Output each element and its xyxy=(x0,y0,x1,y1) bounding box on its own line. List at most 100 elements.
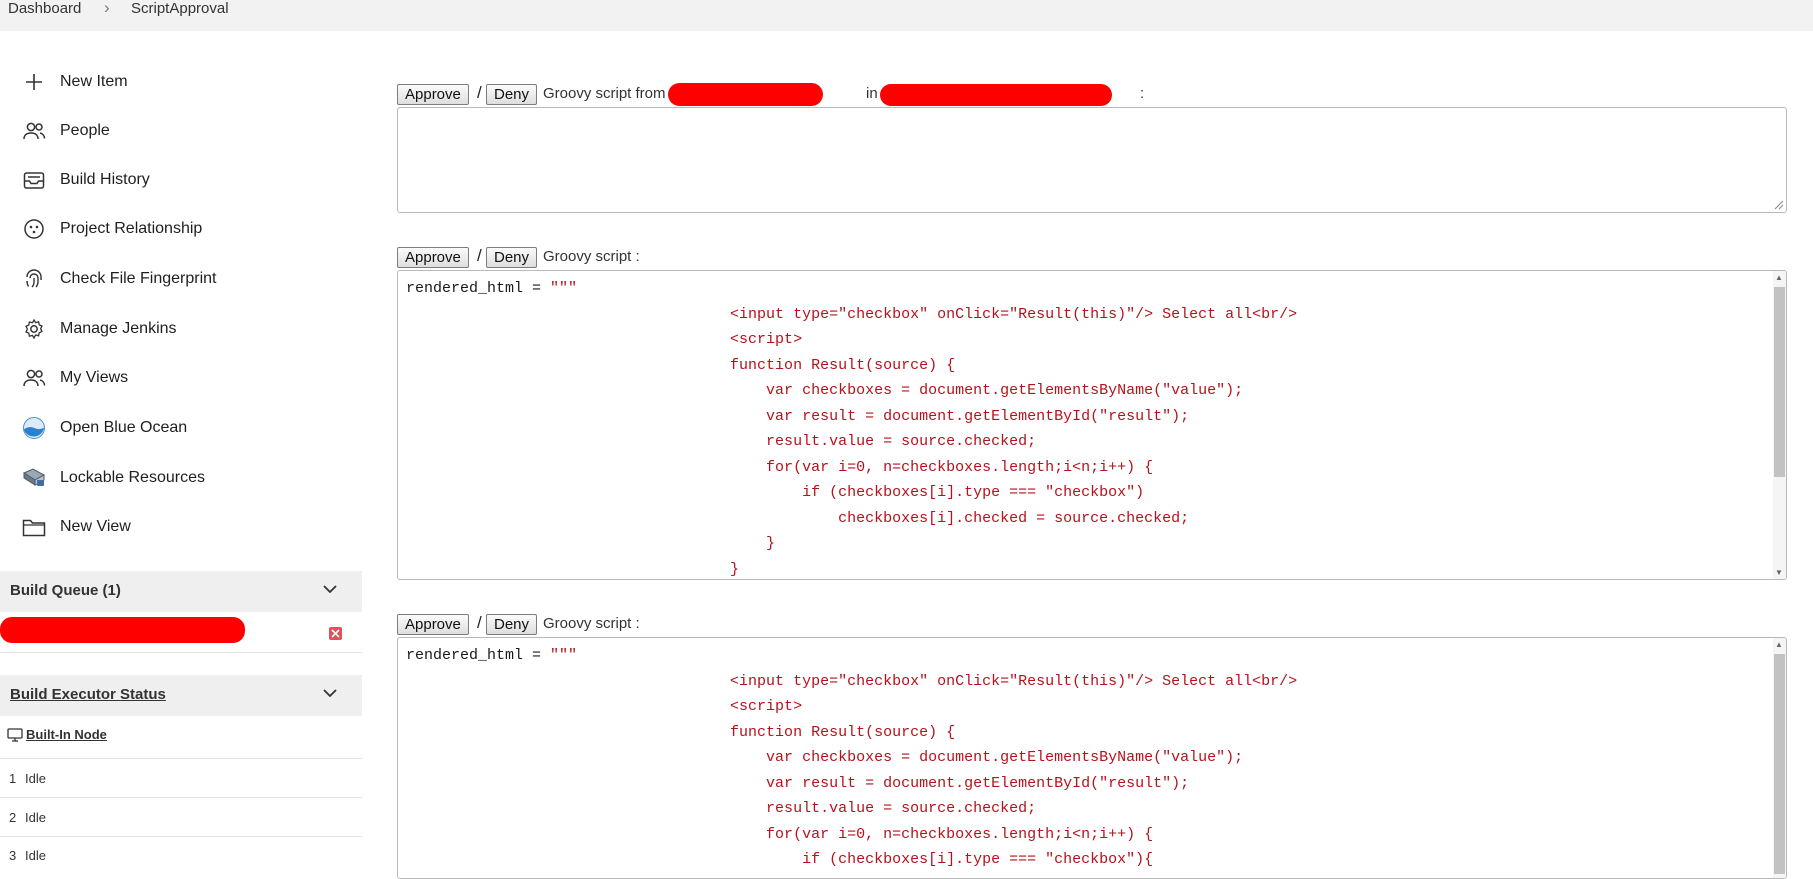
code-line: } xyxy=(406,535,776,552)
sidebar-item-manage-jenkins[interactable]: Manage Jenkins xyxy=(22,311,177,347)
divider xyxy=(0,758,362,759)
chevron-down-icon[interactable] xyxy=(322,685,338,706)
divider xyxy=(0,797,362,798)
scrollbar[interactable]: ▲ ▼ xyxy=(1773,271,1786,579)
script-code: rendered_html = """ <input type="checkbo… xyxy=(398,638,1786,873)
code-line: checkboxes[i].checked = source.checked; xyxy=(406,509,1190,527)
approve-button[interactable]: Approve xyxy=(397,614,469,635)
code-line: <input type="checkbox" onClick="Result(t… xyxy=(406,305,1298,323)
code-line: } xyxy=(406,560,740,578)
sidebar-item-label: People xyxy=(60,122,110,139)
inbox-icon xyxy=(22,168,46,192)
script-label: Groovy script : xyxy=(543,248,640,265)
separator: / xyxy=(477,613,482,632)
executor-status-header[interactable]: Build Executor Status xyxy=(0,675,362,716)
sidebar-item-label: Manage Jenkins xyxy=(60,320,177,337)
sidebar-item-label: Project Relationship xyxy=(60,220,203,237)
scrollbar-thumb[interactable] xyxy=(1774,654,1785,874)
sidebar-item-label: Build History xyxy=(60,171,150,188)
chevron-down-icon[interactable] xyxy=(322,581,338,602)
divider xyxy=(0,652,362,653)
build-queue-header[interactable]: Build Queue (1) xyxy=(0,571,362,612)
script-code: rendered_html = """ <input type="checkbo… xyxy=(398,271,1786,579)
relationship-icon xyxy=(22,217,46,241)
redacted-queue-item xyxy=(0,617,245,643)
script-textarea[interactable] xyxy=(397,107,1787,213)
redacted-script-location xyxy=(880,84,1112,106)
gear-icon xyxy=(22,317,46,341)
deny-button[interactable]: Deny xyxy=(486,247,538,268)
cancel-queue-item-icon[interactable] xyxy=(329,627,342,640)
sidebar-item-new-view[interactable]: New View xyxy=(22,509,131,545)
build-queue-title: Build Queue (1) xyxy=(10,582,121,599)
chevron-right-icon: › xyxy=(104,0,110,17)
sidebar-item-check-file-fingerprint[interactable]: Check File Fingerprint xyxy=(22,261,217,297)
script-code-box[interactable]: rendered_html = """ <input type="checkbo… xyxy=(397,637,1787,879)
sidebar-item-label: New Item xyxy=(60,73,128,90)
code-line: result.value = source.checked; xyxy=(406,433,1037,450)
sidebar-item-label: New View xyxy=(60,518,131,535)
scroll-up-icon[interactable]: ▲ xyxy=(1775,640,1783,649)
sidebar-item-label: My Views xyxy=(60,369,129,386)
code-line: var checkboxes = document.getElementsByN… xyxy=(406,382,1244,399)
code-line: <input type="checkbox" onClick="Result(t… xyxy=(406,672,1298,690)
script-source-label: Groovy script from xyxy=(543,85,666,102)
executor-number: 2 xyxy=(9,810,17,825)
divider xyxy=(0,836,362,837)
scrollbar-thumb[interactable] xyxy=(1774,287,1785,477)
script-label: Groovy script : xyxy=(543,615,640,632)
sidebar-item-project-relationship[interactable]: Project Relationship xyxy=(22,211,202,247)
executor-status: Idle xyxy=(25,771,46,786)
people-icon xyxy=(22,366,46,390)
code-line: for(var i=0, n=checkboxes.length;i<n;i++… xyxy=(406,825,1154,843)
redacted-script-source xyxy=(668,83,823,106)
breadcrumb-dashboard[interactable]: Dashboard xyxy=(8,0,81,17)
sidebar-item-build-history[interactable]: Build History xyxy=(22,162,150,198)
separator: / xyxy=(477,83,482,102)
sidebar-item-label: Open Blue Ocean xyxy=(60,419,188,436)
built-in-node-link[interactable]: Built-In Node xyxy=(26,727,107,742)
blue-ocean-icon xyxy=(22,416,46,440)
code-line: <script> xyxy=(406,331,803,348)
executor-status: Idle xyxy=(25,848,46,863)
approve-button[interactable]: Approve xyxy=(397,247,469,268)
approve-button[interactable]: Approve xyxy=(397,84,469,105)
computer-icon xyxy=(7,728,23,747)
separator: / xyxy=(477,246,482,265)
deny-button[interactable]: Deny xyxy=(486,84,538,105)
deny-button[interactable]: Deny xyxy=(486,614,538,635)
sidebar-item-open-blue-ocean[interactable]: Open Blue Ocean xyxy=(22,410,187,446)
code-line: var checkboxes = document.getElementsByN… xyxy=(406,749,1244,766)
executor-number: 3 xyxy=(9,848,17,863)
sidebar-item-new-item[interactable]: New Item xyxy=(22,64,128,100)
code-line: var result = document.getElementById("re… xyxy=(406,407,1190,425)
resize-grip-icon[interactable] xyxy=(1774,200,1784,210)
breadcrumb-script-approval[interactable]: ScriptApproval xyxy=(131,0,229,17)
code-line: function Result(source) { xyxy=(406,723,956,741)
scrollbar[interactable]: ▲ xyxy=(1773,638,1786,878)
code-line: var result = document.getElementById("re… xyxy=(406,774,1190,792)
sidebar-item-label: Check File Fingerprint xyxy=(60,270,217,287)
script-in-label: in xyxy=(866,85,878,102)
executor-status-title[interactable]: Build Executor Status xyxy=(10,686,166,703)
sidebar-item-label: Lockable Resources xyxy=(60,469,205,486)
code-line: for(var i=0, n=checkboxes.length;i<n;i++… xyxy=(406,458,1154,476)
breadcrumb: Dashboard › ScriptApproval xyxy=(0,0,1813,31)
sidebar-item-people[interactable]: People xyxy=(22,113,110,149)
scroll-down-icon[interactable]: ▼ xyxy=(1775,568,1783,577)
code-line: if (checkboxes[i].type === "checkbox") xyxy=(406,484,1145,501)
code-line: function Result(source) { xyxy=(406,356,956,374)
code-line: rendered_html = """ xyxy=(406,647,578,664)
folder-icon xyxy=(22,515,46,539)
executor-number: 1 xyxy=(9,771,17,786)
sidebar-item-lockable-resources[interactable]: Lockable Resources xyxy=(22,460,205,496)
code-line: <script> xyxy=(406,698,803,715)
scroll-up-icon[interactable]: ▲ xyxy=(1775,273,1783,282)
lock-resource-icon xyxy=(22,466,46,490)
script-code-box[interactable]: rendered_html = """ <input type="checkbo… xyxy=(397,270,1787,580)
fingerprint-icon xyxy=(22,267,46,291)
code-line: if (checkboxes[i].type === "checkbox"){ xyxy=(406,851,1154,868)
code-line: result.value = source.checked; xyxy=(406,800,1037,817)
sidebar-item-my-views[interactable]: My Views xyxy=(22,360,128,396)
plus-icon xyxy=(22,70,46,94)
